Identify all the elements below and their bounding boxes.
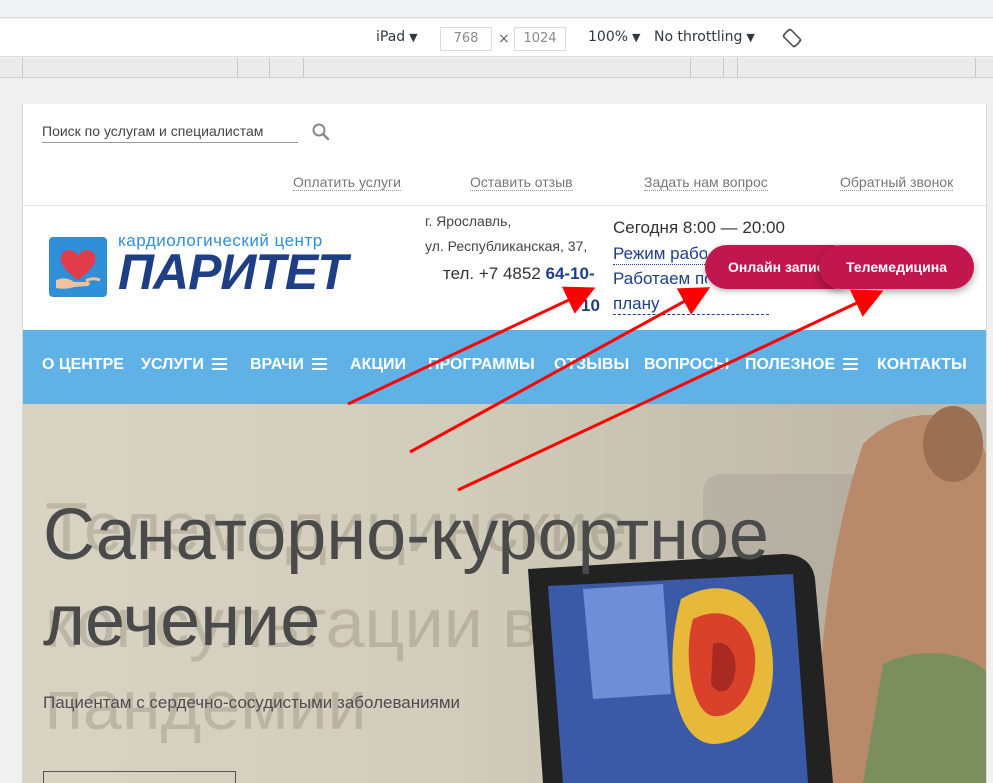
nav-label: АКЦИИ [350,356,407,373]
throttling-value: No throttling [654,29,743,45]
chevron-down-icon: ▼ [632,31,641,44]
chevron-down-icon: ▼ [409,31,418,44]
hero-slider[interactable]: Телемедицинские консультации в период па… [23,404,986,783]
search-input[interactable]: Поиск по услугам и специалистам [42,121,298,143]
ruler-tick [723,58,724,78]
emulated-viewport: Поиск по услугам и специалистам Оплатить… [22,104,987,783]
phone-prefix: тел. +7 4852 [443,264,546,283]
logo-title[interactable]: ПАРИТЕТ [118,244,348,300]
device-name: iPad [376,29,406,45]
nav-item-doctors[interactable]: ВРАЧИ [250,356,327,374]
nav-item-useful[interactable]: ПОЛЕЗНОЕ [745,356,859,374]
heart-hands-logo-icon[interactable] [48,236,108,298]
phone-number[interactable]: тел. +7 4852 64-10- [443,264,595,284]
work-plan-line-1[interactable]: Работаем по [613,269,707,289]
ask-question-link[interactable]: Задать нам вопрос [644,174,768,191]
pay-services-link[interactable]: Оплатить услуги [293,174,401,191]
work-plan-line-2[interactable]: плану [613,294,769,315]
address-line-1: г. Ярославль, [425,213,512,229]
devtools-device-toolbar: iPad ▼ 768 × 1024 100% ▼ No throttling ▼ [0,19,993,57]
phone-bold: 64-10- [545,264,595,283]
callback-link[interactable]: Обратный звонок [840,174,954,191]
ruler-tick [737,58,738,78]
nav-label: УСЛУГИ [141,356,204,373]
nav-item-reviews[interactable]: ОТЗЫВЫ [554,356,629,374]
hero-title-line-2: лечение [43,581,321,661]
nav-label: ПРОГРАММЫ [428,356,535,373]
work-schedule-link[interactable]: Режим работы [613,244,707,265]
nav-item-contacts[interactable]: КОНТАКТЫ [877,356,967,374]
phone-tail: 10 [581,296,600,315]
hero-more-button[interactable] [43,771,236,783]
hero-title: Санаторно-курортное лечение [43,492,769,664]
height-input[interactable]: 1024 [514,27,566,51]
hero-title-line-1: Санаторно-курортное [43,495,769,575]
screenshot-root: { "devtools": { "device": "iPad", "width… [0,0,993,783]
nav-label: ПОЛЕЗНОЕ [745,356,836,373]
main-nav: О ЦЕНТРЕ УСЛУГИ ВРАЧИ АКЦИИ ПРОГРАММЫ ОТ… [23,330,986,404]
address-line-2: ул. Республиканская, 37, [425,238,588,254]
nav-label: КОНТАКТЫ [877,356,967,373]
rotate-icon[interactable] [782,28,802,48]
ruler-tick [690,58,691,78]
nav-label: ВРАЧИ [250,356,304,373]
media-query-ruler [0,58,993,78]
ruler-tick [269,58,270,78]
nav-item-questions[interactable]: ВОПРОСЫ [644,356,729,374]
chevron-down-icon: ▼ [746,31,755,44]
device-select[interactable]: iPad ▼ [376,29,418,45]
nav-label: ОТЗЫВЫ [554,356,630,373]
menu-icon [843,358,859,370]
ruler-tick [303,58,304,78]
nav-item-programs[interactable]: ПРОГРАММЫ [428,356,535,374]
nav-item-about[interactable]: О ЦЕНТРЕ [42,356,124,374]
leave-review-link[interactable]: Оставить отзыв [470,174,573,191]
search-icon[interactable] [311,122,331,142]
browser-top-strip [0,0,993,18]
nav-item-promotions[interactable]: АКЦИИ [350,356,406,374]
throttling-select[interactable]: No throttling ▼ [654,29,755,45]
menu-icon [211,358,227,370]
hours-today: Сегодня 8:00 — 20:00 [613,218,785,237]
zoom-select[interactable]: 100% ▼ [588,29,641,45]
ruler-tick [975,58,976,78]
nav-label: ВОПРОСЫ [644,356,730,373]
nav-item-services[interactable]: УСЛУГИ [141,356,227,374]
divider [23,205,986,206]
menu-icon [311,358,327,370]
nav-label: О ЦЕНТРЕ [42,356,124,373]
width-input[interactable]: 768 [440,27,492,51]
hero-subtitle: Пациентам с сердечно-сосудистыми заболев… [43,693,461,712]
ruler-tick [237,58,238,78]
ruler-tick [22,58,23,78]
zoom-value: 100% [588,29,629,45]
telemedicine-button[interactable]: Телемедицина [819,245,974,289]
times-icon: × [498,31,510,47]
